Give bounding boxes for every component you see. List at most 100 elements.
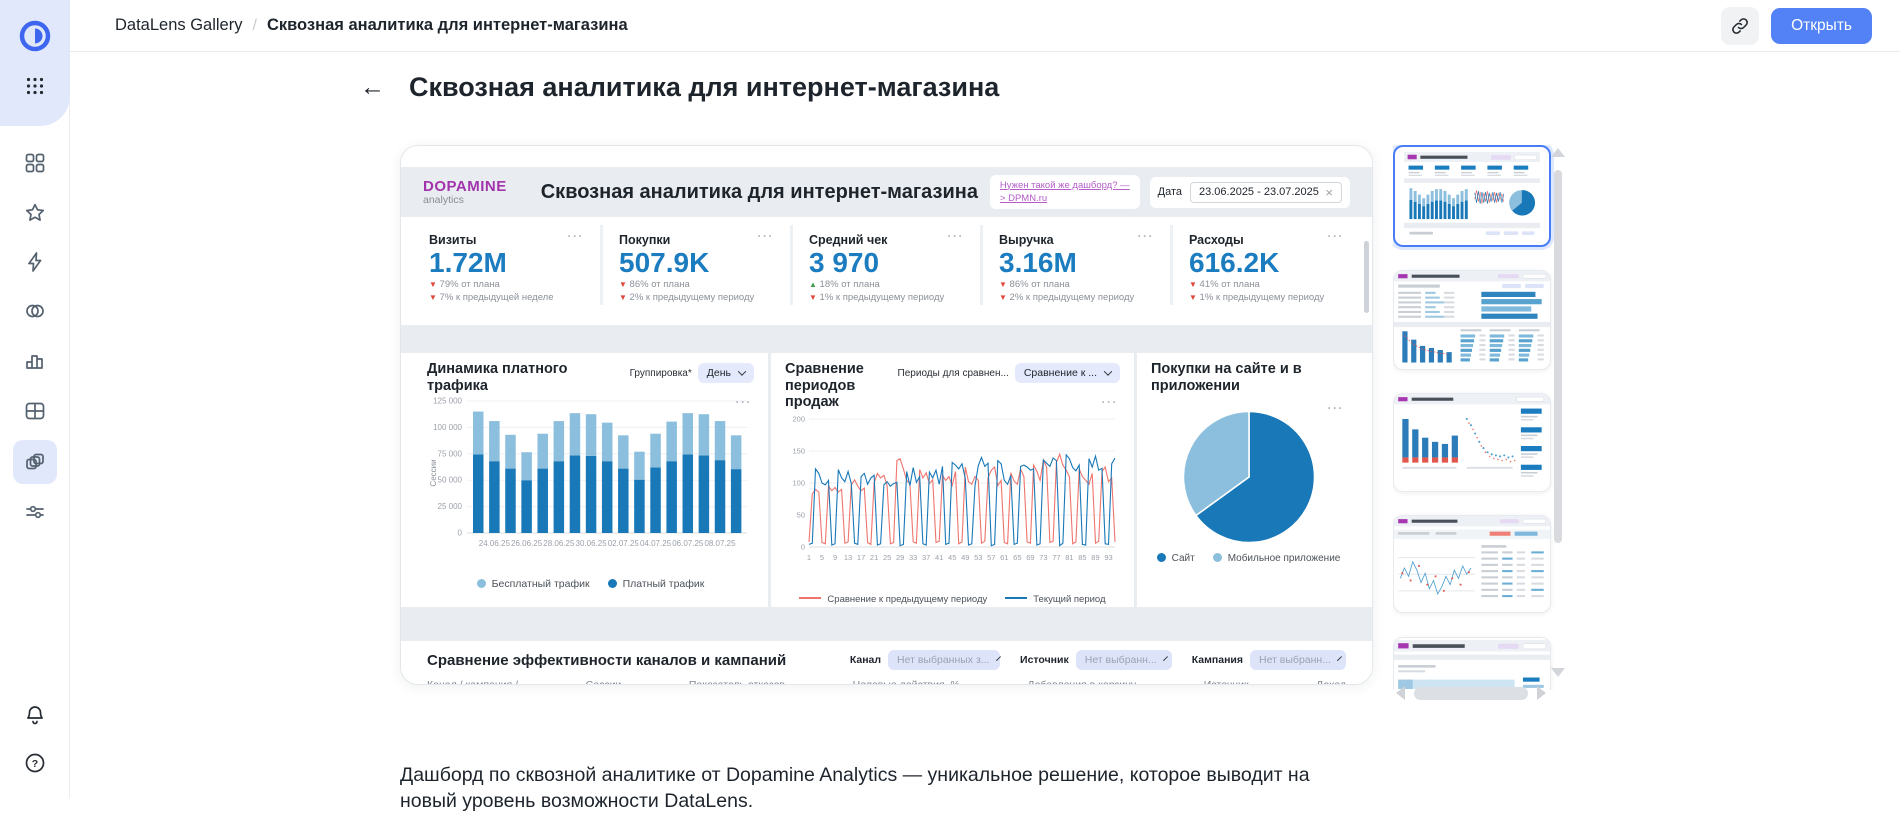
svg-text:69: 69: [1026, 553, 1034, 562]
open-button[interactable]: Открыть: [1771, 8, 1872, 44]
sidebar-item-datasets[interactable]: [13, 289, 57, 333]
preview-scrollbar[interactable]: [1364, 241, 1369, 313]
legend-item[interactable]: Сайт: [1157, 553, 1195, 564]
svg-text:30.06.25: 30.06.25: [576, 539, 608, 548]
grouping-select[interactable]: День: [698, 363, 754, 383]
thumbnails-horizontal-scrollbar[interactable]: [1414, 687, 1528, 700]
widget-menu-icon[interactable]: ···: [568, 233, 585, 240]
periods-select[interactable]: Сравнение к ...: [1015, 363, 1120, 383]
chevron-down-icon: [996, 656, 1001, 661]
kpi-value: 507.9K: [619, 248, 774, 277]
sidebar-item-settings[interactable]: [13, 490, 57, 534]
widget-menu-icon[interactable]: ···: [1102, 399, 1119, 406]
sidebar-item-help[interactable]: ?: [13, 741, 57, 785]
svg-text:150: 150: [792, 447, 805, 456]
sidebar-item-widgets[interactable]: [13, 141, 57, 185]
kpi-delta: ▼ 41% от плана: [1189, 279, 1344, 290]
thumbnails-scroll-left-icon[interactable]: [1396, 686, 1405, 700]
legend-item[interactable]: Текущий период: [1005, 594, 1105, 605]
date-filter-label: Дата: [1158, 186, 1182, 198]
sidebar: ?: [0, 0, 70, 798]
legend-item[interactable]: Бесплатный трафик: [477, 578, 590, 590]
widget-menu-icon[interactable]: ···: [1328, 233, 1345, 240]
thumbnails-scroll-up-icon[interactable]: [1551, 148, 1565, 157]
filter-select[interactable]: Нет выбранных з...: [888, 650, 1000, 670]
arrow-down-icon: ▼: [1189, 293, 1197, 302]
table-column-header[interactable]: Источник: [1204, 679, 1249, 685]
widget-menu-icon[interactable]: ···: [1328, 405, 1345, 412]
dopamine-logo: DOPAMINE analytics: [423, 179, 507, 205]
sidebar-item-favorites[interactable]: [13, 191, 57, 235]
sidebar-item-charts[interactable]: [13, 339, 57, 383]
table-column-header[interactable]: Сессии: [586, 679, 622, 685]
periods-comparison-chart-card: Сравнение периодов продаж Периоды для ср…: [768, 353, 1134, 607]
promo-link[interactable]: Нужен такой же дашборд? — > DPMN.ru: [990, 175, 1140, 210]
table-header-row: Канал / кампания / Сессии Показатель отказ…: [427, 679, 1346, 685]
filter-select[interactable]: Нет выбранн...: [1076, 650, 1172, 670]
table-column-header[interactable]: Канал / кампания /: [427, 679, 518, 685]
breadcrumb-gallery[interactable]: DataLens Gallery: [115, 16, 242, 35]
svg-text:33: 33: [909, 553, 917, 562]
svg-text:57: 57: [987, 553, 995, 562]
sidebar-item-connections[interactable]: [13, 240, 57, 284]
table-column-header[interactable]: Показатель отказов: [689, 679, 785, 685]
widget-menu-icon[interactable]: ···: [736, 399, 753, 406]
gallery-thumbnail-3[interactable]: [1393, 393, 1551, 492]
sidebar-item-notifications[interactable]: [13, 693, 57, 737]
kpi-delta: ▼ 2% к предыдущему периоду: [999, 292, 1154, 303]
thumbnails-vertical-scrollbar[interactable]: [1554, 170, 1562, 543]
grouping-label: Группировка*: [630, 368, 692, 379]
svg-text:93: 93: [1104, 553, 1112, 562]
date-range-input[interactable]: 23.06.2025 - 23.07.2025 ×: [1190, 182, 1342, 203]
arrow-down-icon: ▼: [999, 293, 1007, 302]
filter-label: Канал: [850, 654, 881, 666]
clear-date-icon[interactable]: ×: [1325, 186, 1333, 199]
svg-text:73: 73: [1039, 553, 1047, 562]
kpi-row: Визиты···1.72M▼ 79% от плана▼ 7% к преды…: [413, 225, 1360, 305]
arrow-down-icon: ▼: [999, 280, 1007, 289]
kpi-title: Расходы: [1189, 233, 1244, 247]
svg-text:75 000: 75 000: [438, 449, 463, 458]
copy-link-button[interactable]: [1721, 7, 1759, 45]
link-icon: [1730, 16, 1750, 36]
table-column-header[interactable]: Доход: [1316, 679, 1346, 685]
date-filter[interactable]: Дата 23.06.2025 - 23.07.2025 ×: [1150, 177, 1350, 208]
svg-text:50 000: 50 000: [438, 476, 463, 485]
gallery-thumbnail-2[interactable]: [1393, 270, 1551, 370]
thumbnail-3-preview: [1394, 394, 1550, 491]
dashboard-band: [401, 325, 1372, 353]
thumbnails-scroll-down-icon[interactable]: [1551, 668, 1565, 677]
legend-item[interactable]: Сравнение к предыдущему периоду: [799, 594, 987, 605]
svg-text:08.07.25: 08.07.25: [704, 539, 736, 548]
dashboard-title: Сквозная аналитика для интернет-магазина: [541, 181, 978, 204]
table-column-header[interactable]: Целевые действия, %: [853, 679, 960, 685]
back-button[interactable]: ←: [360, 75, 385, 100]
page-title: Сквозная аналитика для интернет-магазина: [409, 72, 999, 103]
svg-text:50: 50: [797, 511, 805, 520]
chevron-down-icon: [1337, 656, 1342, 661]
gallery-thumbnail-1[interactable]: [1393, 145, 1551, 247]
kpi-delta: ▼ 7% к предыдущей неделе: [429, 292, 584, 303]
kpi-card-1: Визиты···1.72M▼ 79% от плана▼ 7% к преды…: [413, 225, 600, 305]
legend-item[interactable]: Платный трафик: [608, 578, 705, 590]
dashboard-preview[interactable]: DOPAMINE analytics Сквозная аналитика дл…: [400, 145, 1373, 685]
sliders-icon: [23, 500, 47, 524]
kpi-delta: ▲ 18% от плана: [809, 279, 964, 290]
legend-item[interactable]: Мобильное приложение: [1213, 553, 1341, 564]
svg-text:29: 29: [896, 553, 904, 562]
thumbnails-scroll-right-icon[interactable]: [1537, 686, 1546, 700]
widget-menu-icon[interactable]: ···: [758, 233, 775, 240]
sidebar-item-apps[interactable]: [13, 64, 57, 108]
sidebar-item-dashboards[interactable]: [13, 440, 57, 484]
gallery-thumbnail-4[interactable]: [1393, 515, 1551, 613]
filter-select[interactable]: Нет выбранн...: [1250, 650, 1346, 670]
widget-menu-icon[interactable]: ···: [1138, 233, 1155, 240]
datalens-logo[interactable]: [13, 14, 57, 58]
chart-title: Динамика платного трафика: [427, 361, 630, 394]
gallery-thumbnail-5[interactable]: [1393, 637, 1551, 690]
pie-chart-svg: [1175, 403, 1323, 551]
circles-icon: [23, 299, 47, 323]
table-column-header[interactable]: Добавления в корзину: [1027, 679, 1136, 685]
widget-menu-icon[interactable]: ···: [948, 233, 965, 240]
sidebar-item-tables[interactable]: [13, 389, 57, 433]
